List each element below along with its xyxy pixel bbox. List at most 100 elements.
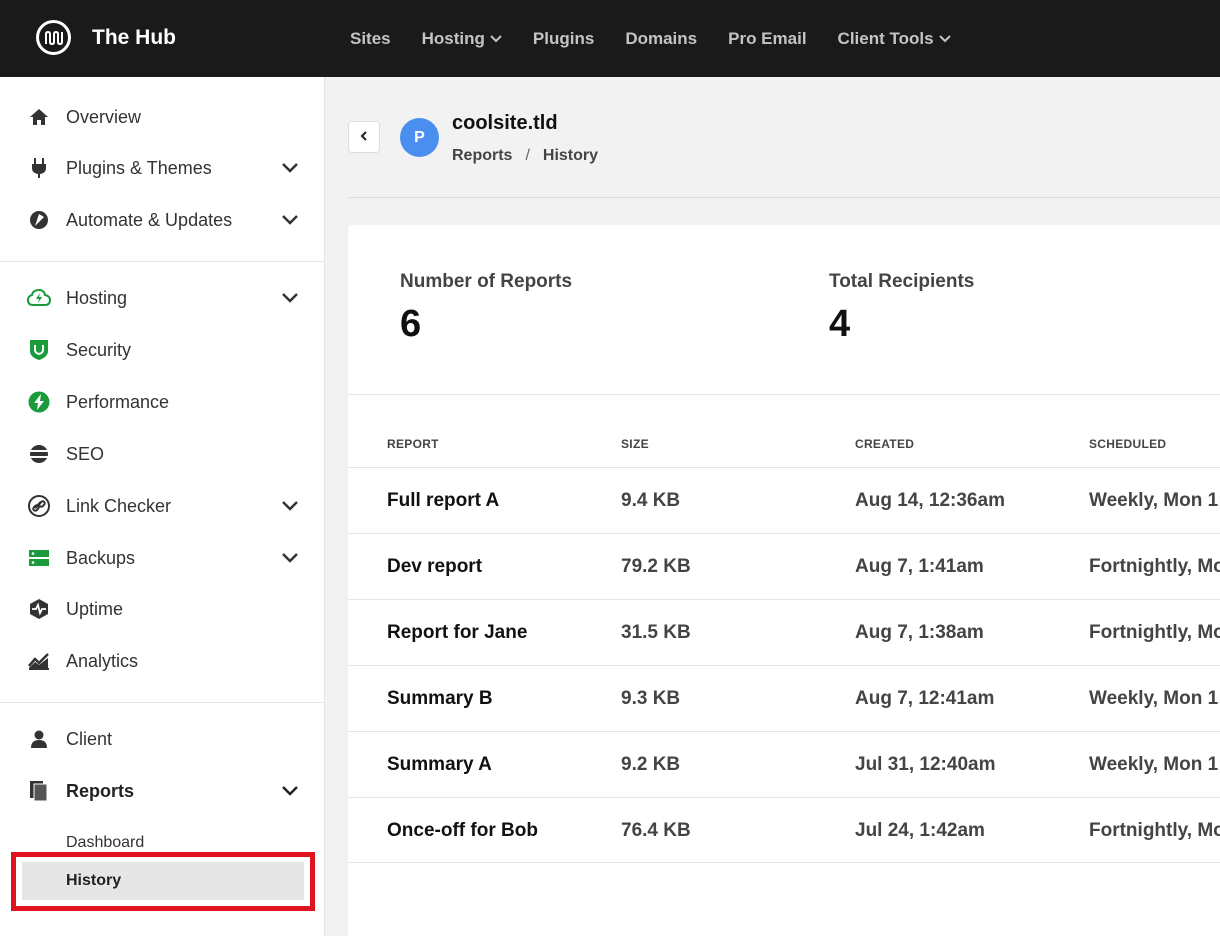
user-icon — [26, 726, 52, 752]
sidebar-item-overview[interactable]: Overview — [26, 97, 306, 137]
sidebar-divider — [0, 261, 324, 262]
chevron-down-icon — [282, 290, 298, 308]
sidebar-item-label: SEO — [66, 443, 105, 464]
report-created: Jul 24, 1:42am — [855, 820, 985, 841]
sidebar-item-label: Performance — [66, 391, 170, 412]
report-scheduled: Weekly, Mon 1: — [1089, 688, 1220, 709]
stat-label: Total Recipients — [829, 271, 975, 292]
report-name: Report for Jane — [387, 622, 528, 643]
sidebar-item-client[interactable]: Client — [26, 719, 306, 759]
report-created: Jul 31, 12:40am — [855, 754, 996, 775]
report-name: Once-off for Bob — [387, 820, 538, 841]
topnav-domains[interactable]: Domains — [625, 29, 697, 49]
topnav-hosting[interactable]: Hosting — [422, 29, 502, 49]
table-row[interactable]: Summary A 9.2 KB Jul 31, 12:40am Weekly,… — [348, 731, 1220, 797]
sidebar: Overview Plugins & Themes Automate & Upd… — [0, 77, 325, 936]
topnav-client-tools[interactable]: Client Tools — [838, 29, 951, 49]
stat-number-of-reports: Number of Reports 6 — [400, 271, 572, 346]
sidebar-item-label: Hosting — [66, 287, 128, 308]
column-header-created: CREATED — [855, 437, 915, 451]
chevron-down-icon — [282, 498, 298, 516]
sidebar-item-seo[interactable]: SEO — [26, 434, 306, 474]
sidebar-item-plugins-themes[interactable]: Plugins & Themes — [26, 148, 306, 188]
chevron-down-icon — [282, 212, 298, 230]
report-name: Full report A — [387, 490, 500, 511]
back-button[interactable] — [348, 121, 380, 153]
sidebar-item-reports[interactable]: Reports — [26, 771, 306, 811]
topnav-sites[interactable]: Sites — [350, 29, 391, 49]
stat-label: Number of Reports — [400, 271, 573, 292]
brand-title: The Hub — [92, 25, 176, 49]
breadcrumb: Reports / History — [452, 147, 598, 165]
sidebar-item-security[interactable]: Security — [26, 330, 306, 370]
table-row[interactable]: Summary B 9.3 KB Aug 7, 12:41am Weekly, … — [348, 665, 1220, 731]
sidebar-item-label: Automate & Updates — [66, 209, 233, 230]
table-row[interactable]: Dev report 79.2 KB Aug 7, 1:41am Fortnig… — [348, 533, 1220, 599]
report-size: 9.3 KB — [621, 688, 681, 709]
cloud-icon — [26, 285, 52, 311]
sidebar-subitem-dashboard[interactable]: Dashboard — [66, 834, 144, 852]
chevron-left-icon — [360, 128, 368, 146]
report-scheduled: Weekly, Mon 1: — [1089, 490, 1220, 511]
header-divider — [348, 197, 1220, 198]
report-scheduled: Fortnightly, Mo — [1089, 556, 1220, 577]
column-header-size: SIZE — [621, 437, 649, 451]
sidebar-item-performance[interactable]: Performance — [26, 382, 306, 422]
table-row[interactable]: Once-off for Bob 76.4 KB Jul 24, 1:42am … — [348, 797, 1220, 863]
topnav-label: Sites — [350, 28, 391, 48]
sidebar-item-link-checker[interactable]: Link Checker — [26, 486, 306, 526]
automate-icon — [26, 207, 52, 233]
bolt-icon — [26, 389, 52, 415]
sidebar-item-uptime[interactable]: Uptime — [26, 589, 306, 629]
chevron-down-icon — [490, 34, 502, 43]
table-row[interactable]: Full report A 9.4 KB Aug 14, 12:36am Wee… — [348, 467, 1220, 533]
sidebar-item-backups[interactable]: Backups — [26, 538, 306, 578]
report-size: 9.4 KB — [621, 490, 681, 511]
backups-icon — [26, 545, 52, 571]
chevron-down-icon — [282, 160, 298, 178]
hub-logo-icon — [36, 20, 71, 55]
site-title: coolsite.tld — [452, 112, 558, 134]
sidebar-item-hosting[interactable]: Hosting — [26, 278, 306, 318]
report-size: 9.2 KB — [621, 754, 681, 775]
sidebar-item-label: Backups — [66, 547, 136, 568]
topnav-label: Hosting — [421, 28, 485, 48]
seo-icon — [26, 441, 52, 467]
link-icon — [26, 493, 52, 519]
breadcrumb-separator: / — [525, 147, 530, 164]
topnav-label: Domains — [625, 28, 698, 48]
sidebar-subitem-history[interactable]: History — [22, 862, 304, 900]
sidebar-item-analytics[interactable]: Analytics — [26, 641, 306, 681]
table-row[interactable]: Report for Jane 31.5 KB Aug 7, 1:38am Fo… — [348, 599, 1220, 665]
breadcrumb-history: History — [542, 147, 599, 164]
uptime-icon — [26, 596, 52, 622]
card-divider — [348, 394, 1220, 395]
topnav-label: Plugins — [532, 28, 595, 48]
top-nav: Sites Hosting Plugins Domains Pro Email … — [350, 0, 982, 77]
report-name: Dev report — [387, 556, 483, 577]
stat-value: 4 — [829, 303, 851, 345]
home-icon — [26, 104, 52, 130]
report-scheduled: Weekly, Mon 1: — [1089, 754, 1220, 775]
top-bar: The Hub Sites Hosting Plugins Domains Pr… — [0, 0, 1220, 77]
brand[interactable]: The Hub — [36, 20, 176, 55]
report-size: 31.5 KB — [621, 622, 691, 643]
report-name: Summary B — [387, 688, 493, 709]
chevron-down-icon — [282, 783, 298, 801]
sidebar-item-label: Reports — [66, 780, 135, 801]
sidebar-item-automate-updates[interactable]: Automate & Updates — [26, 200, 306, 240]
topnav-plugins[interactable]: Plugins — [533, 29, 594, 49]
topnav-pro-email[interactable]: Pro Email — [728, 29, 806, 49]
sidebar-divider — [0, 702, 324, 703]
report-size: 79.2 KB — [621, 556, 691, 577]
chevron-down-icon — [938, 34, 951, 43]
analytics-icon — [26, 648, 52, 674]
sidebar-item-label: Client — [66, 728, 113, 749]
stat-total-recipients: Total Recipients 4 — [829, 271, 974, 346]
sidebar-item-label: Plugins & Themes — [66, 157, 212, 178]
topnav-label: Pro Email — [728, 28, 807, 48]
report-created: Aug 7, 1:41am — [855, 556, 984, 577]
report-created: Aug 7, 12:41am — [855, 688, 995, 709]
report-created: Aug 14, 12:36am — [855, 490, 1005, 511]
breadcrumb-reports[interactable]: Reports — [452, 147, 512, 165]
